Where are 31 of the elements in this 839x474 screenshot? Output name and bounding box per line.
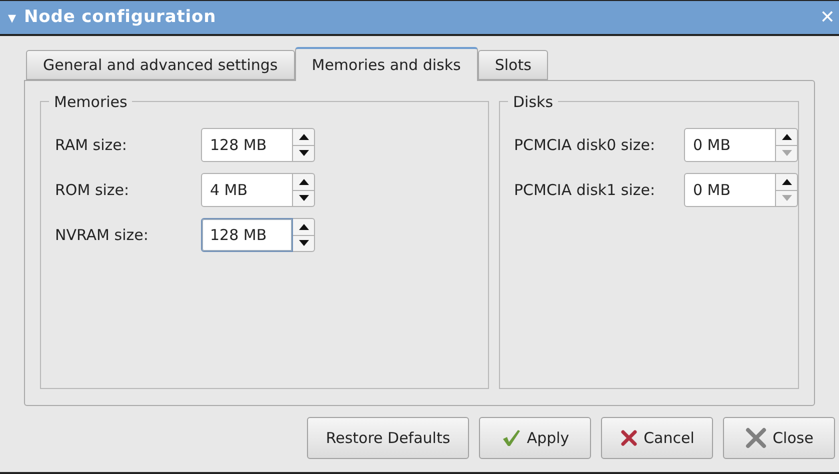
size-field[interactable]: 0 MB [684, 173, 776, 207]
field-label: ROM size: [55, 180, 130, 201]
dialog-button[interactable]: Restore Defaults [307, 417, 469, 459]
size-field[interactable]: 128 MB [201, 128, 293, 162]
up-arrow-icon [782, 178, 792, 185]
dialog-button[interactable]: Close [723, 417, 835, 459]
close-icon [744, 427, 767, 449]
size-field[interactable]: 4 MB [201, 173, 293, 207]
window-title: Node configuration [24, 6, 216, 29]
up-arrow-icon [298, 178, 308, 185]
up-arrow-icon [298, 224, 308, 230]
field-label: RAM size: [55, 134, 128, 156]
field-label: PCMCIA disk1 size: [514, 180, 656, 201]
tab[interactable]: Memories and disks [294, 47, 478, 81]
tab[interactable]: Slots [478, 50, 548, 80]
dialog-button[interactable]: Apply [479, 417, 591, 459]
down-arrow-icon [782, 150, 792, 156]
cross-icon [620, 429, 638, 447]
field-label: PCMCIA disk0 size: [514, 134, 656, 156]
dialog-button[interactable]: Cancel [601, 417, 713, 459]
down-arrow-icon [782, 195, 792, 202]
check-icon [500, 428, 521, 448]
size-field[interactable]: 128 MB [201, 218, 293, 252]
tab[interactable]: General and advanced settings [26, 50, 295, 80]
field-label: NVRAM size: [55, 224, 150, 246]
down-arrow-icon [298, 240, 308, 246]
down-arrow-icon [298, 195, 308, 202]
up-arrow-icon [782, 134, 792, 140]
down-arrow-icon [298, 150, 308, 156]
up-arrow-icon [298, 134, 308, 140]
size-field[interactable]: 0 MB [684, 128, 776, 162]
